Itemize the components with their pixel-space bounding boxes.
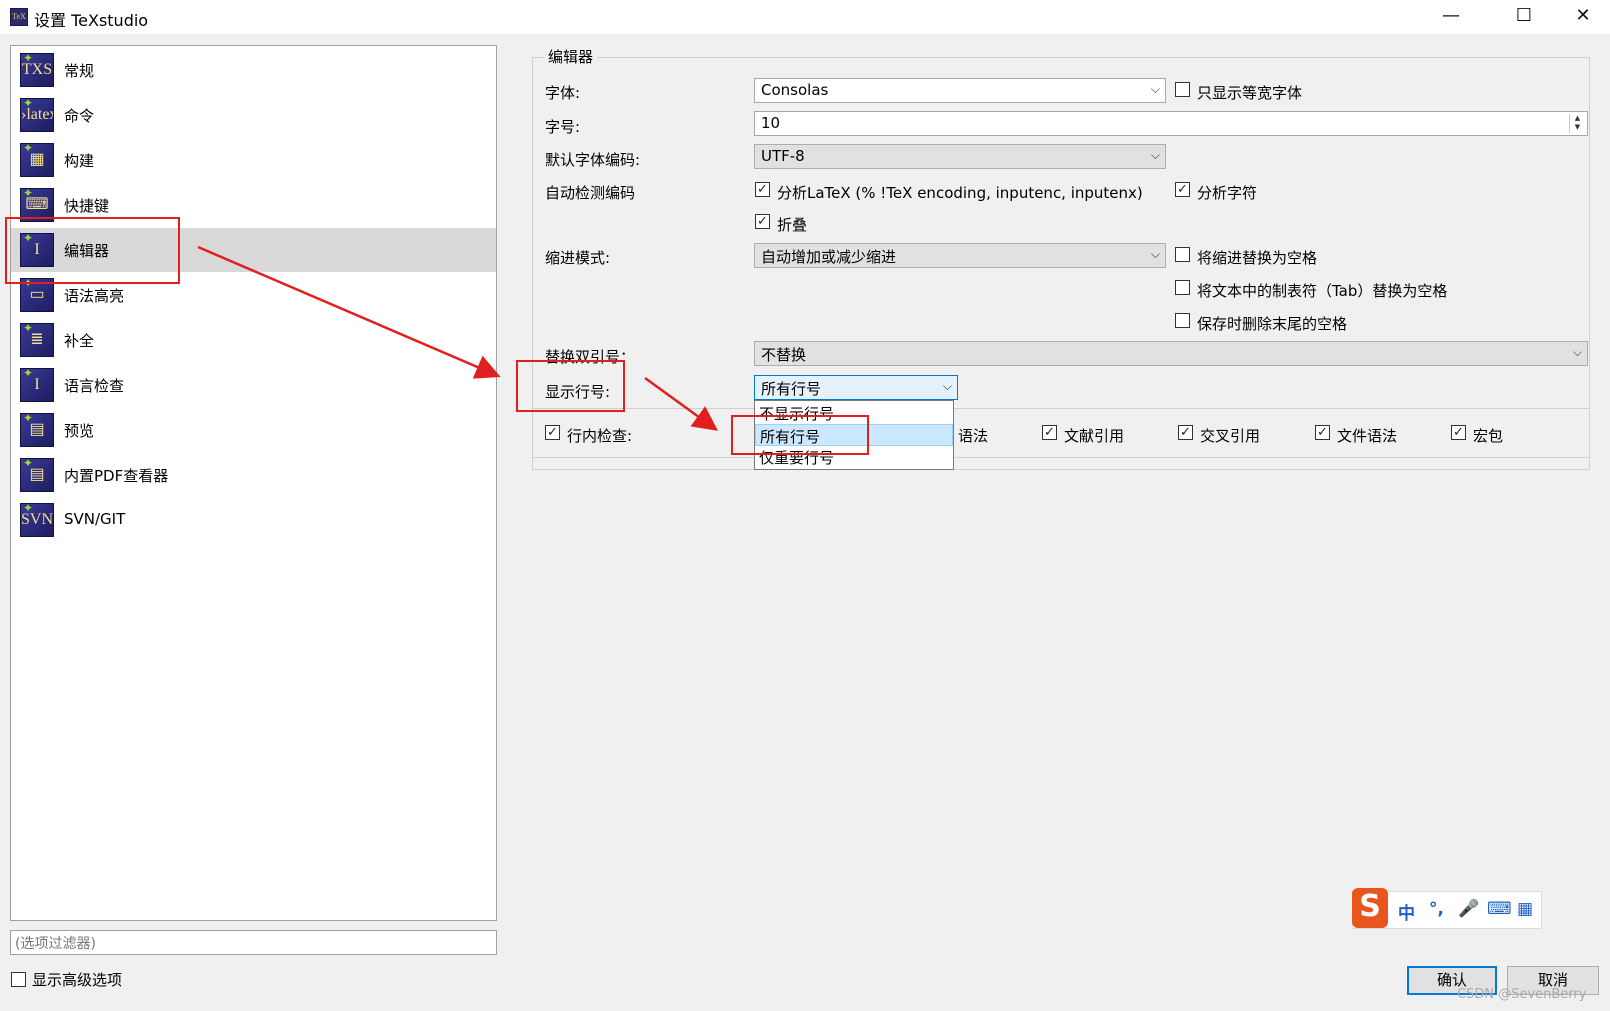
keyboard-icon[interactable]: ⌨ xyxy=(1487,899,1512,919)
punctuation-icon[interactable]: °, xyxy=(1429,899,1444,919)
microphone-icon[interactable]: 🎤 xyxy=(1458,899,1479,919)
watermark: CSDN @SevenBerry xyxy=(1457,987,1587,1002)
apps-grid-icon[interactable]: ▦ xyxy=(1517,899,1533,919)
annotation-arrows xyxy=(197,245,719,431)
sogou-logo-icon[interactable]: S xyxy=(1352,888,1388,928)
arrow-to-line-numbers xyxy=(197,245,501,379)
chinese-mode-icon[interactable]: 中 xyxy=(1398,899,1415,924)
arrow-to-option xyxy=(644,376,719,431)
